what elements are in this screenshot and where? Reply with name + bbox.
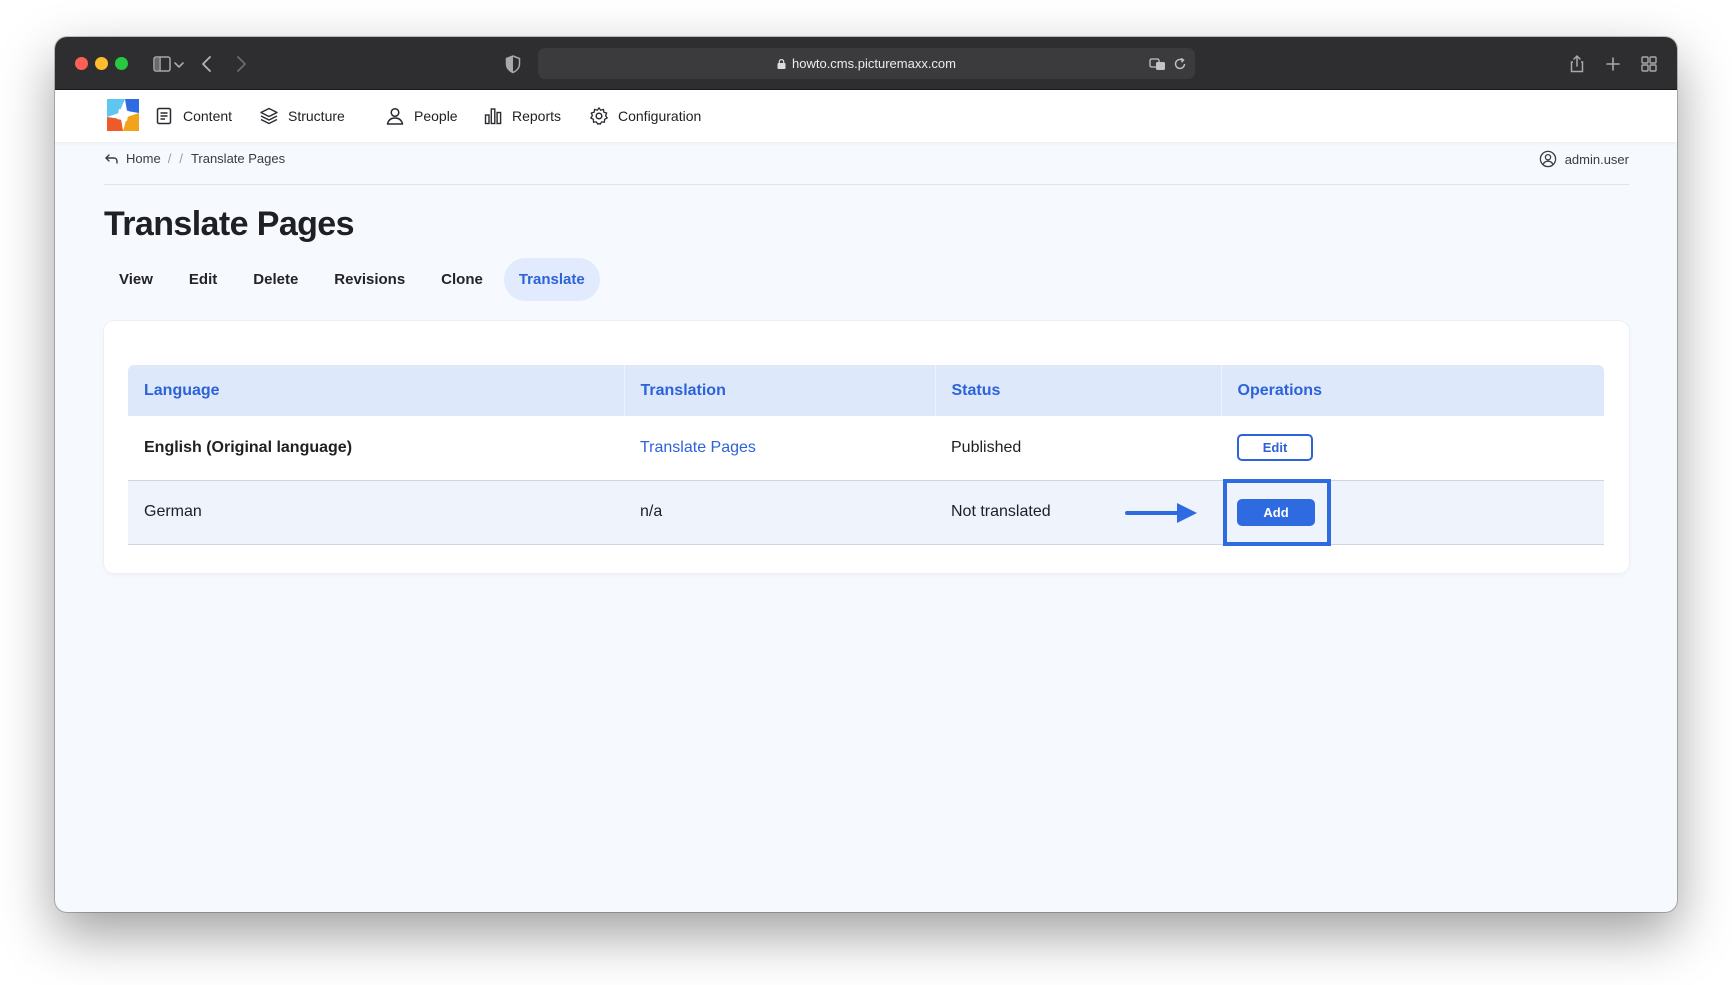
arrow-right-icon <box>1125 501 1199 525</box>
tab-overview-icon[interactable] <box>1638 53 1660 75</box>
nav-structure[interactable]: Structure <box>259 105 345 127</box>
tab-view[interactable]: View <box>104 258 168 301</box>
gear-icon <box>590 107 608 125</box>
nav-label: People <box>414 108 458 124</box>
url-text: howto.cms.picturemaxx.com <box>792 56 956 71</box>
document-icon <box>156 107 172 125</box>
operations-cell: Edit <box>1221 416 1604 481</box>
nav-content[interactable]: Content <box>154 105 232 127</box>
username: admin.user <box>1564 151 1629 167</box>
nav-label: Structure <box>288 108 345 124</box>
nav-people[interactable]: People <box>385 105 458 127</box>
column-header-translation[interactable]: Translation <box>623 365 935 416</box>
site-logo[interactable] <box>105 97 141 133</box>
nav-label: Configuration <box>618 108 702 124</box>
page-title: Translate Pages <box>104 205 355 243</box>
new-tab-icon[interactable] <box>1602 53 1624 75</box>
edit-translation-button[interactable]: Edit <box>1237 434 1313 462</box>
shield-icon[interactable] <box>502 53 524 75</box>
share-icon[interactable] <box>1566 53 1588 75</box>
add-translation-button[interactable]: Add <box>1237 498 1315 526</box>
translate-icon[interactable] <box>1148 54 1168 74</box>
table-header-row: Language Translation Status Operations <box>128 365 1604 416</box>
admin-toolbar: Content Structure People Reports Configu… <box>55 90 1677 142</box>
user-circle-icon <box>1539 150 1556 168</box>
breadcrumb: Home / / Translate Pages <box>104 151 285 166</box>
nav-label: Content <box>183 108 233 124</box>
operations-cell: Add <box>1125 478 1604 546</box>
language-cell: English (Original language) <box>128 416 624 481</box>
tab-edit[interactable]: Edit <box>174 258 232 301</box>
return-arrow-icon <box>105 154 118 164</box>
forward-icon[interactable] <box>230 53 252 75</box>
back-icon[interactable] <box>196 53 218 75</box>
table-row: German n/a Not translated Add <box>128 478 1604 546</box>
breadcrumb-home-link[interactable]: Home <box>126 151 161 166</box>
address-bar[interactable]: howto.cms.picturemaxx.com <box>538 48 1195 79</box>
browser-window: howto.cms.picturemaxx.com Content Struct… <box>55 37 1677 912</box>
breadcrumb-separator: / <box>179 151 183 166</box>
column-header-operations: Operations <box>1220 365 1604 416</box>
nav-configuration[interactable]: Configuration <box>589 105 701 127</box>
browser-toolbar: howto.cms.picturemaxx.com <box>55 37 1677 90</box>
status-cell: Published <box>935 416 1221 481</box>
chevron-down-icon[interactable] <box>172 53 186 75</box>
sidebar-toggle-icon[interactable] <box>151 53 173 75</box>
tab-delete[interactable]: Delete <box>238 258 313 301</box>
column-header-status[interactable]: Status <box>934 365 1221 416</box>
breadcrumb-separator: / <box>167 151 172 166</box>
user-menu[interactable]: admin.user <box>1539 150 1629 168</box>
tab-translate[interactable]: Translate <box>503 258 600 301</box>
language-cell: German <box>128 480 624 545</box>
nav-label: Reports <box>512 108 562 124</box>
translation-cell: n/a <box>624 480 935 545</box>
tab-revisions[interactable]: Revisions <box>319 258 420 301</box>
table-row: English (Original language) Translate Pa… <box>128 416 1604 481</box>
translation-link[interactable]: Translate Pages <box>640 439 756 456</box>
nav-reports[interactable]: Reports <box>483 105 561 127</box>
person-icon <box>386 107 404 125</box>
bar-chart-icon <box>484 108 502 125</box>
column-header-language[interactable]: Language <box>128 365 624 416</box>
minimize-window-button[interactable] <box>95 57 108 70</box>
breadcrumb-current: Translate Pages <box>190 151 286 166</box>
tab-clone[interactable]: Clone <box>426 258 498 301</box>
reload-icon[interactable] <box>1171 55 1189 73</box>
local-tasks-tabs: View Edit Delete Revisions Clone Transla… <box>104 258 606 301</box>
lock-icon <box>777 59 786 69</box>
header-divider <box>104 184 1629 185</box>
zoom-window-button[interactable] <box>115 57 128 70</box>
translations-card: Language Translation Status Operations E… <box>104 321 1629 573</box>
translations-table: Language Translation Status Operations E… <box>128 365 1604 546</box>
close-window-button[interactable] <box>75 57 88 70</box>
layers-icon <box>260 107 278 125</box>
